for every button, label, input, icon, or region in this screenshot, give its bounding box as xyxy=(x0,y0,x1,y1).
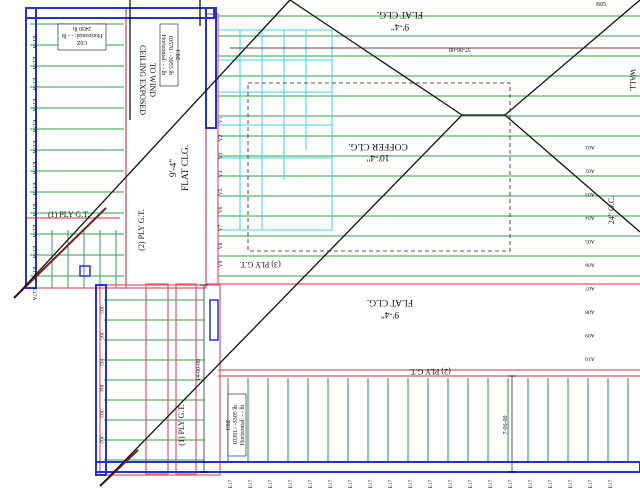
truss-id: J05 xyxy=(98,332,104,340)
flat-clg-top-label: FLAT CLG. xyxy=(377,9,423,19)
truss-id: A09 xyxy=(585,332,595,338)
svg-text:Horizontal: - - lb: Horizontal: - - lb xyxy=(62,32,103,38)
truss-id: A02 xyxy=(585,168,595,174)
ridge-hip-lines xyxy=(13,0,640,487)
reaction-box-mid: C0Z 10570 / -3955 lb Horizontal: - - lb xyxy=(159,23,180,87)
flat-clg-mid-label: FLAT CLG. xyxy=(367,297,413,307)
ply-gt-3-label: (3) PLY G.T. xyxy=(239,260,280,269)
flat-clg-top-height: 9'-4" xyxy=(391,21,409,31)
truss-id: A03 xyxy=(585,191,595,197)
truss-id: V4 xyxy=(218,170,224,177)
truss-id: V1 xyxy=(218,116,224,123)
truss-id: A06 xyxy=(585,262,595,268)
hip-line-lower-left xyxy=(13,207,107,299)
reaction-box-top-left: C0Z Horizontal: - - lb 2430 lb xyxy=(57,23,107,51)
truss-id: E17 xyxy=(548,479,554,488)
truss-id: J05 xyxy=(98,358,104,366)
truss-id: E17A xyxy=(31,162,37,175)
truss-id: E17A xyxy=(31,288,37,301)
truss-id: E17A xyxy=(31,204,37,217)
dim-14-label: 14-00-00 xyxy=(196,359,202,381)
coffer-outline xyxy=(247,82,511,252)
truss-id: E17 xyxy=(588,479,594,488)
truss-id: E17 xyxy=(528,479,534,488)
truss-id: E17A xyxy=(31,120,37,133)
truss-id: V5 xyxy=(218,188,224,195)
truss-id: A10 xyxy=(585,356,595,362)
truss-id: E17A xyxy=(31,225,37,238)
truss-id: E17 xyxy=(468,479,474,488)
truss-id: E17 xyxy=(568,479,574,488)
oc-spacing-label: 24" O.C. xyxy=(607,196,616,224)
dim-7-label: 7-06-00 xyxy=(503,416,509,435)
svg-text:Horizontal: - - lb: Horizontal: - - lb xyxy=(240,405,246,446)
truss-id: E17 xyxy=(448,479,454,488)
ply-gt-2-label: (2) PLY G.T. xyxy=(137,209,146,250)
truss-id: E17 xyxy=(248,479,254,488)
ply-gt-2-lower-label: (2) PLY G.T. xyxy=(409,367,450,376)
truss-id: A08 xyxy=(585,309,595,315)
truss-id: E17 xyxy=(268,479,274,488)
svg-text:C0Z: C0Z xyxy=(174,50,180,61)
truss-id: E17 xyxy=(408,479,414,488)
truss-id: V7 xyxy=(218,224,224,231)
svg-text:C0Z: C0Z xyxy=(76,39,87,45)
truss-id: A07 xyxy=(585,285,595,291)
truss-id: E17 xyxy=(288,479,294,488)
reaction-box-lower: C0Z 10391 / -3305 lb Horizontal: - - lb xyxy=(226,393,247,457)
truss-id: E17 xyxy=(228,479,234,488)
truss-id: E17A xyxy=(31,141,37,154)
b05-label: B05 xyxy=(596,2,606,8)
truss-id: J05 xyxy=(98,306,104,314)
truss-id: E17 xyxy=(508,479,514,488)
svg-text:10391 / -3305 lb: 10391 / -3305 lb xyxy=(233,405,239,445)
truss-id: V9 xyxy=(218,260,224,267)
dim-top-label: 37-06-08 xyxy=(449,46,471,52)
flat-clg-mid-height: 9'-4" xyxy=(381,309,399,319)
vertical-truss-lines xyxy=(35,230,629,462)
wall-label: WALL xyxy=(628,69,637,91)
truss-id: V8 xyxy=(218,242,224,249)
ceiling-exposed-label: CEILING EXPOSED xyxy=(138,45,147,115)
roof-framing-plan: A01 A02 A03 A04 A05 A06 A07 A08 A09 A10 E17A E17A E1… xyxy=(13,0,640,488)
truss-id: J03 xyxy=(98,410,104,418)
truss-id: E17 xyxy=(428,479,434,488)
truss-id: J02 xyxy=(98,436,104,444)
truss-id: V3 xyxy=(218,152,224,159)
svg-text:Horizontal: - - lb: Horizontal: - - lb xyxy=(160,35,166,76)
truss-id: E17A xyxy=(31,78,37,91)
truss-id: E17 xyxy=(348,479,354,488)
truss-id: E17 xyxy=(488,479,494,488)
truss-id: J04 xyxy=(98,384,104,392)
truss-id: E17A xyxy=(31,57,37,70)
coffer-height-label: 10'-4" xyxy=(366,152,389,162)
truss-id: V2 xyxy=(218,134,224,141)
svg-text:C0Z: C0Z xyxy=(226,419,232,430)
truss-id: E17 xyxy=(368,479,374,488)
truss-id: E17A xyxy=(31,99,37,112)
truss-id: E17A xyxy=(31,267,37,280)
truss-id: V6 xyxy=(218,206,224,213)
truss-id: E17A xyxy=(31,183,37,196)
coffer-clg-label: COFFER CLG. xyxy=(348,141,408,151)
ply-gt-1-lower-label: (1) PLY G.T. xyxy=(177,404,186,445)
dimension-lines xyxy=(200,47,640,473)
truss-id: A04 xyxy=(585,215,595,221)
truss-id: E17 xyxy=(608,479,614,488)
truss-id: A05 xyxy=(585,238,595,244)
ply-gt-1-label: (1) PLY G.T. xyxy=(48,210,89,219)
truss-id: E17 xyxy=(388,479,394,488)
to-wind-label: TO WIND xyxy=(148,63,157,97)
truss-id: E17 xyxy=(308,479,314,488)
svg-text:10570 / -3955 lb: 10570 / -3955 lb xyxy=(167,35,173,75)
flat-clg-left-label: FLAT CLG. xyxy=(181,145,191,191)
flat-clg-left-height: 9'-4" xyxy=(169,159,179,177)
svg-text:2430 lb: 2430 lb xyxy=(73,25,91,31)
truss-id: E17 xyxy=(328,479,334,488)
truss-id: E17A xyxy=(31,246,37,259)
truss-id: E17A xyxy=(31,36,37,49)
truss-id: A01 xyxy=(585,144,595,150)
